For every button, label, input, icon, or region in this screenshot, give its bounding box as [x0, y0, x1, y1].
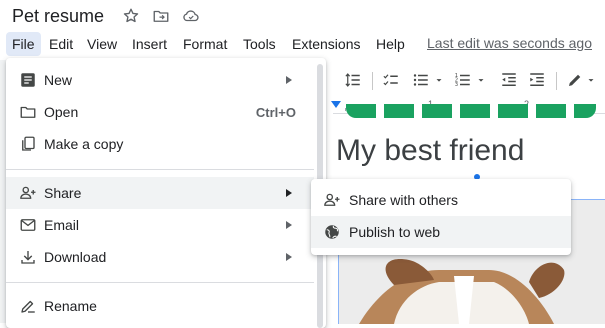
toolbar-divider [556, 72, 557, 90]
file-menu-email-label: Email [44, 217, 80, 233]
folder-icon [19, 103, 37, 121]
file-menu-download-label: Download [44, 249, 107, 265]
menu-divider [6, 282, 314, 283]
submenu-arrow-icon [286, 253, 292, 261]
menu-extensions[interactable]: Extensions [286, 32, 366, 56]
cloud-status-icon[interactable] [182, 7, 200, 25]
publish-to-web[interactable]: Publish to web [311, 216, 571, 248]
document-heading[interactable]: My best friend [336, 134, 524, 168]
person-add-icon [323, 191, 341, 209]
menu-file[interactable]: File [6, 32, 41, 56]
file-menu-make-copy[interactable]: Make a copy [6, 128, 314, 160]
file-menu-new[interactable]: New [6, 64, 314, 96]
menu-view[interactable]: View [81, 32, 123, 56]
file-menu-rename[interactable]: Rename [6, 290, 314, 322]
submenu-arrow-icon [286, 189, 292, 197]
document-title[interactable]: Pet resume [12, 6, 104, 27]
numbered-list-icon[interactable]: 123 [454, 70, 472, 90]
mode-dropdown-icon[interactable] [586, 70, 596, 90]
file-menu-open-label: Open [44, 104, 79, 120]
last-edit-link[interactable]: Last edit was seconds ago [427, 35, 592, 51]
menu-tools[interactable]: Tools [237, 32, 282, 56]
bullet-dropdown-icon[interactable] [434, 70, 444, 90]
file-menu-open-shortcut: Ctrl+O [255, 104, 296, 120]
indent-marker[interactable] [331, 101, 341, 108]
title-actions [122, 7, 200, 25]
share-submenu: Share with others Publish to web [311, 179, 571, 255]
line-spacing-icon[interactable] [344, 70, 362, 90]
bulleted-list-icon[interactable] [412, 70, 430, 90]
file-menu-new-label: New [44, 72, 73, 88]
share-with-others[interactable]: Share with others [311, 184, 571, 216]
checklist-icon[interactable] [382, 70, 400, 90]
menu-help[interactable]: Help [370, 32, 411, 56]
star-icon[interactable] [122, 7, 140, 25]
file-menu-share-label: Share [44, 185, 82, 201]
menu-insert[interactable]: Insert [126, 32, 173, 56]
numbered-dropdown-icon[interactable] [476, 70, 486, 90]
new-document-icon [19, 71, 37, 89]
share-with-others-label: Share with others [349, 192, 458, 208]
toolbar-divider [372, 72, 373, 90]
file-menu-rename-label: Rename [44, 298, 97, 314]
rename-icon [19, 297, 37, 315]
person-add-icon [19, 184, 37, 202]
menu-edit[interactable]: Edit [43, 32, 79, 56]
copy-icon [19, 135, 37, 153]
increase-indent-icon[interactable] [528, 70, 546, 90]
email-icon [19, 216, 37, 234]
svg-text:3: 3 [455, 82, 458, 88]
file-menu-make-copy-label: Make a copy [44, 136, 124, 152]
decrease-indent-icon[interactable] [500, 70, 518, 90]
move-to-folder-icon[interactable] [152, 7, 170, 25]
formatting-toolbar: 123 [330, 66, 605, 94]
globe-icon [323, 223, 341, 241]
title-text-partial [346, 104, 596, 118]
submenu-arrow-icon [286, 76, 292, 84]
submenu-arrow-icon [286, 221, 292, 229]
file-menu-share[interactable]: Share [6, 177, 314, 209]
editing-mode-icon[interactable] [566, 70, 584, 90]
download-icon [19, 248, 37, 266]
menu-format[interactable]: Format [177, 32, 233, 56]
file-menu-email[interactable]: Email [6, 209, 314, 241]
file-menu-download[interactable]: Download [6, 241, 314, 273]
file-menu: New Open Ctrl+O Make a copy Share Email … [6, 58, 326, 328]
publish-to-web-label: Publish to web [349, 224, 441, 240]
file-menu-open[interactable]: Open Ctrl+O [6, 96, 314, 128]
menu-divider [6, 169, 314, 170]
